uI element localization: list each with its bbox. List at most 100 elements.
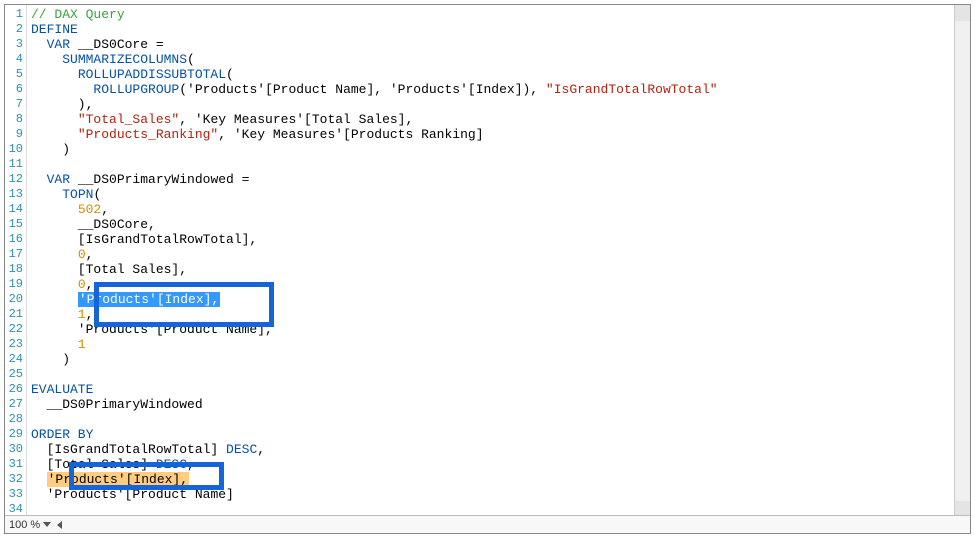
code-line[interactable]: [Total Sales],: [31, 262, 970, 277]
line-number: 8: [5, 112, 23, 127]
code-token: 'Products'[Index],: [78, 292, 220, 307]
code-token: VAR: [47, 37, 70, 52]
code-token: __DS0PrimaryWindowed =: [70, 172, 249, 187]
line-number: 1: [5, 7, 23, 22]
code-line[interactable]: VAR __DS0Core =: [31, 37, 970, 52]
code-token: (: [226, 67, 234, 82]
line-number: 27: [5, 397, 23, 412]
code-line[interactable]: 1: [31, 337, 970, 352]
code-token: 'Products'[Index],: [47, 472, 189, 487]
code-line[interactable]: [Total Sales] DESC,: [31, 457, 970, 472]
code-line[interactable]: 1,: [31, 307, 970, 322]
code-line[interactable]: __DS0Core,: [31, 217, 970, 232]
code-token: [31, 52, 62, 67]
code-line[interactable]: EVALUATE: [31, 382, 970, 397]
line-number: 16: [5, 232, 23, 247]
code-line[interactable]: ROLLUPADDISSUBTOTAL(: [31, 67, 970, 82]
line-number: 29: [5, 427, 23, 442]
code-token: [31, 202, 78, 217]
line-number: 28: [5, 412, 23, 427]
code-line[interactable]: [31, 412, 970, 427]
code-line[interactable]: [IsGrandTotalRowTotal] DESC,: [31, 442, 970, 457]
code-token: ,: [86, 247, 94, 262]
code-token: 0: [78, 247, 86, 262]
code-token: ,: [86, 277, 94, 292]
code-token: 1: [78, 337, 86, 352]
code-token: ORDER BY: [31, 427, 93, 442]
code-line[interactable]: "Products_Ranking", 'Key Measures'[Produ…: [31, 127, 970, 142]
line-number: 25: [5, 367, 23, 382]
code-line[interactable]: ORDER BY: [31, 427, 970, 442]
code-token: [31, 172, 47, 187]
code-token: DESC: [226, 442, 257, 457]
code-line[interactable]: ): [31, 352, 970, 367]
code-token: 502: [78, 202, 101, 217]
code-line[interactable]: 0,: [31, 247, 970, 262]
code-token: ,: [187, 457, 195, 472]
line-number: 2: [5, 22, 23, 37]
code-line[interactable]: 'Products'[Index],: [31, 472, 970, 487]
code-token: DESC: [156, 457, 187, 472]
code-token: VAR: [47, 172, 70, 187]
code-token: "Products_Ranking": [78, 127, 218, 142]
code-token: [31, 457, 47, 472]
code-token: SUMMARIZECOLUMNS: [62, 52, 187, 67]
code-token: __DS0Core,: [31, 217, 156, 232]
line-number: 7: [5, 97, 23, 112]
code-line[interactable]: ROLLUPGROUP('Products'[Product Name], 'P…: [31, 82, 970, 97]
editor-container: 1234567891011121314151617181920212223242…: [4, 4, 971, 534]
line-number: 3: [5, 37, 23, 52]
code-token: [31, 292, 78, 307]
code-line[interactable]: [31, 367, 970, 382]
code-area[interactable]: // DAX QueryDEFINE VAR __DS0Core = SUMMA…: [27, 5, 970, 517]
code-line[interactable]: 0,: [31, 277, 970, 292]
code-line[interactable]: ),: [31, 97, 970, 112]
code-token: , 'Key Measures'[Products Ranking]: [218, 127, 483, 142]
code-token: [IsGrandTotalRowTotal],: [31, 232, 257, 247]
code-token: [31, 67, 78, 82]
code-line[interactable]: DEFINE: [31, 22, 970, 37]
code-token: ,: [101, 202, 109, 217]
code-token: [Total Sales]: [47, 457, 156, 472]
line-number: 11: [5, 157, 23, 172]
code-line[interactable]: VAR __DS0PrimaryWindowed =: [31, 172, 970, 187]
line-number: 30: [5, 442, 23, 457]
line-number: 19: [5, 277, 23, 292]
code-token: ROLLUPADDISSUBTOTAL: [78, 67, 226, 82]
vertical-scrollbar[interactable]: [954, 5, 970, 517]
line-number: 26: [5, 382, 23, 397]
line-number: 20: [5, 292, 23, 307]
line-number: 13: [5, 187, 23, 202]
code-editor[interactable]: 1234567891011121314151617181920212223242…: [5, 5, 970, 517]
line-number: 14: [5, 202, 23, 217]
code-line[interactable]: 502,: [31, 202, 970, 217]
code-token: ): [31, 352, 70, 367]
code-token: ): [31, 142, 70, 157]
code-token: [31, 307, 78, 322]
code-token: [31, 472, 47, 487]
line-number: 32: [5, 472, 23, 487]
code-line[interactable]: ): [31, 142, 970, 157]
line-number: 5: [5, 67, 23, 82]
code-token: [Total Sales],: [31, 262, 187, 277]
code-line[interactable]: [IsGrandTotalRowTotal],: [31, 232, 970, 247]
code-line[interactable]: SUMMARIZECOLUMNS(: [31, 52, 970, 67]
code-token: 'Products'[Product: [47, 487, 195, 502]
zoom-dropdown[interactable]: 100 %: [9, 519, 51, 531]
code-token: ,: [257, 442, 265, 457]
code-token: [31, 487, 47, 502]
left-arrow-icon[interactable]: [57, 521, 62, 529]
line-number: 9: [5, 127, 23, 142]
code-line[interactable]: 'Products'[Index],: [31, 292, 970, 307]
code-line[interactable]: 'Products'[Product Name],: [31, 322, 970, 337]
line-number: 12: [5, 172, 23, 187]
code-line[interactable]: [31, 157, 970, 172]
line-number: 21: [5, 307, 23, 322]
code-line[interactable]: // DAX Query: [31, 7, 970, 22]
code-line[interactable]: __DS0PrimaryWindowed: [31, 397, 970, 412]
code-line[interactable]: 'Products'[Product Name]: [31, 487, 970, 502]
code-token: __DS0Core =: [70, 37, 164, 52]
code-line[interactable]: "Total_Sales", 'Key Measures'[Total Sale…: [31, 112, 970, 127]
code-line[interactable]: TOPN(: [31, 187, 970, 202]
code-token: Name]: [195, 487, 234, 502]
